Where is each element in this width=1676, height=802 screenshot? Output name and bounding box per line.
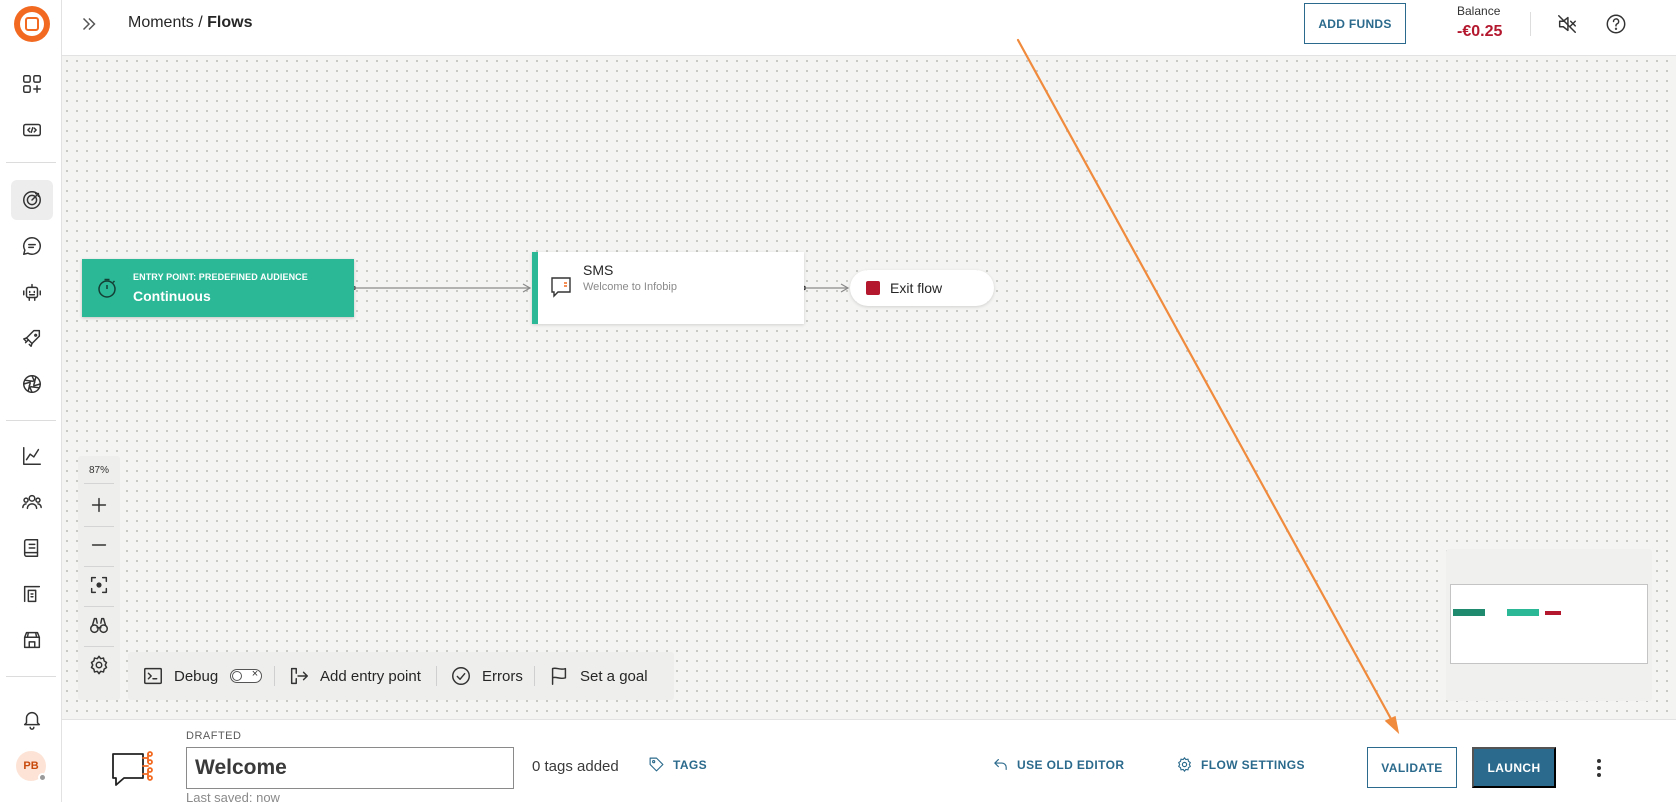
mute-icon[interactable]: [1554, 11, 1580, 37]
tag-icon: [649, 757, 664, 772]
sidebar-divider: [6, 420, 56, 421]
validate-button[interactable]: VALIDATE: [1367, 747, 1457, 788]
add-entry-label: Add entry point: [320, 667, 421, 685]
sms-message-icon: [548, 274, 574, 300]
old-editor-label: USE OLD EDITOR: [1017, 757, 1125, 772]
toolbar-divider: [436, 666, 437, 686]
debug-tool[interactable]: Debug ×: [142, 652, 263, 700]
exit-flow-node[interactable]: Exit flow: [850, 270, 994, 306]
rocket-icon[interactable]: [11, 318, 53, 358]
terminal-icon: [144, 667, 162, 685]
report-icon[interactable]: [11, 574, 53, 614]
flow-canvas[interactable]: ENTRY POINT: PREDEFINED AUDIENCE Continu…: [62, 56, 1676, 719]
infobip-logo[interactable]: [14, 6, 50, 42]
target-icon[interactable]: [11, 180, 53, 220]
zoom-in-icon[interactable]: [82, 488, 116, 522]
sidebar-divider: [6, 676, 56, 677]
tags-button[interactable]: TAGS: [648, 756, 707, 773]
fit-view-icon[interactable]: [82, 568, 116, 602]
tags-count: 0 tags added: [532, 758, 619, 775]
balance-label: Balance: [1457, 4, 1501, 18]
flag-icon: [551, 667, 567, 685]
balance-value: -€0.25: [1457, 23, 1503, 40]
minimap-exit-node: [1545, 611, 1561, 615]
exit-square-icon: [866, 281, 880, 295]
errors-tool[interactable]: Errors: [450, 652, 523, 700]
check-circle-icon: [452, 667, 470, 685]
undo-icon: [994, 758, 1007, 771]
chat-icon[interactable]: [11, 226, 53, 266]
app-root: PB Moments / Flows ADD FUNDS Balance -€0…: [0, 0, 1676, 802]
set-goal-label: Set a goal: [580, 667, 648, 685]
bell-icon[interactable]: [11, 700, 53, 740]
zoom-out-icon[interactable]: [82, 528, 116, 562]
aperture-icon[interactable]: [11, 364, 53, 404]
minimap-entry-node: [1453, 609, 1485, 616]
set-goal-tool[interactable]: Set a goal: [548, 652, 648, 700]
minimap[interactable]: [1446, 549, 1652, 701]
debug-label: Debug: [174, 667, 219, 685]
zoom-controls: 87%: [78, 456, 120, 700]
breadcrumb-separator: /: [193, 14, 208, 31]
sidebar: PB: [0, 0, 62, 802]
breadcrumb-parent[interactable]: Moments: [128, 14, 194, 31]
status-dot: [38, 773, 47, 782]
sms-node[interactable]: SMS Welcome to Infobip: [532, 252, 804, 324]
last-saved-text: Last saved: now: [186, 790, 280, 802]
entry-node-title: Continuous: [133, 288, 211, 304]
zoom-level: 87%: [88, 465, 109, 476]
top-header: Moments / Flows ADD FUNDS Balance -€0.25: [62, 0, 1676, 56]
use-old-editor-button[interactable]: USE OLD EDITOR: [992, 756, 1124, 773]
entry-point-node[interactable]: ENTRY POINT: PREDEFINED AUDIENCE Continu…: [82, 259, 354, 317]
bot-icon[interactable]: [11, 272, 53, 312]
canvas-settings-icon[interactable]: [82, 648, 116, 682]
add-funds-button[interactable]: ADD FUNDS: [1304, 3, 1406, 44]
tags-label: TAGS: [673, 757, 708, 772]
errors-label: Errors: [482, 667, 523, 685]
analytics-icon[interactable]: [11, 436, 53, 476]
minimap-sms-node: [1507, 609, 1539, 616]
book-icon[interactable]: [11, 528, 53, 568]
sms-node-title: SMS: [583, 262, 614, 278]
zoom-divider: [84, 483, 114, 484]
toolbar-divider: [534, 666, 535, 686]
binoculars-icon[interactable]: [82, 608, 116, 642]
breadcrumb: Moments / Flows: [128, 14, 252, 32]
zoom-divider: [84, 566, 114, 567]
sms-node-subtitle: Welcome to Infobip: [583, 281, 677, 293]
toolbar-divider: [274, 666, 275, 686]
flow-name-input[interactable]: [186, 747, 514, 789]
store-icon[interactable]: [11, 620, 53, 660]
help-icon[interactable]: [1603, 11, 1629, 37]
connectors: [352, 283, 850, 293]
status-label: DRAFTED: [186, 730, 242, 742]
add-entry-point-tool[interactable]: Add entry point: [288, 652, 421, 700]
code-icon[interactable]: [11, 110, 53, 150]
flow-settings-label: FLOW SETTINGS: [1201, 757, 1305, 772]
apps-add-icon[interactable]: [11, 64, 53, 104]
entry-node-subtitle: ENTRY POINT: PREDEFINED AUDIENCE: [133, 272, 308, 282]
zoom-divider: [84, 646, 114, 647]
breadcrumb-current: Flows: [207, 14, 253, 31]
zoom-divider: [84, 526, 114, 527]
flow-settings-button[interactable]: FLOW SETTINGS: [1176, 756, 1305, 773]
more-options-icon[interactable]: [1587, 756, 1611, 780]
flow-chat-icon: [110, 748, 158, 792]
exit-flow-label: Exit flow: [890, 280, 943, 296]
settings-gear-icon: [1178, 757, 1191, 772]
zoom-divider: [84, 606, 114, 607]
minimap-viewport: [1450, 584, 1648, 664]
footer-bar: DRAFTED Last saved: now 0 tags added TAG…: [62, 719, 1676, 802]
header-divider: [1530, 12, 1531, 36]
people-icon[interactable]: [11, 482, 53, 522]
canvas-toolbar: Debug × Add entry point Errors Set a goa…: [128, 652, 674, 700]
sidebar-divider: [6, 162, 56, 163]
stopwatch-icon: [94, 275, 120, 301]
launch-button[interactable]: LAUNCH: [1472, 747, 1556, 788]
expand-sidebar-icon[interactable]: [78, 13, 100, 35]
debug-toggle[interactable]: ×: [230, 668, 263, 683]
enter-icon: [290, 667, 308, 685]
